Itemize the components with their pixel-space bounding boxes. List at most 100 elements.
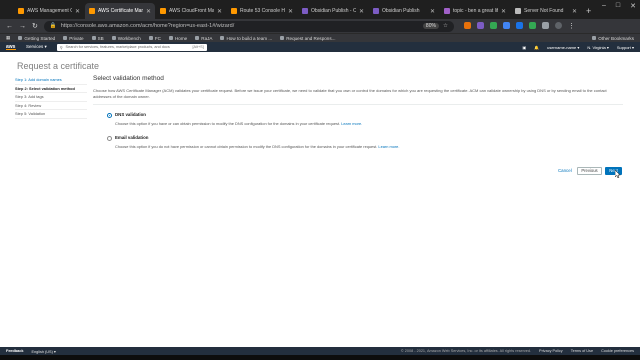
bookmark-item[interactable]: Request and Respons... [280,36,336,41]
close-window-icon[interactable]: ✕ [630,2,636,10]
wizard-step-4: Step 4: Review [15,102,87,110]
services-menu[interactable]: Services ▾ [26,44,47,50]
tab-title: Obsidian Publish [382,8,420,14]
extension-icons: ⋮ [463,22,575,30]
bookmark-favicon-icon [111,36,116,40]
tab-close-icon[interactable]: ✕ [359,8,364,15]
tab-favicon-icon [18,8,24,14]
dns-validation-label: DNS validation [115,112,146,117]
browser-tab[interactable]: Route 53 Console Hoste✕ [227,3,297,19]
url-text[interactable]: https://console.aws.amazon.com/acm/home?… [61,23,419,29]
browser-tab[interactable]: topic - ben a great life ✕ [440,3,510,19]
address-bar[interactable]: 🔒 https://console.aws.amazon.com/acm/hom… [43,20,454,32]
feedback-link[interactable]: Feedback [6,349,24,353]
aws-logo[interactable]: aws [6,44,16,50]
tab-close-icon[interactable]: ✕ [572,8,577,15]
tab-favicon-icon [231,8,237,14]
account-menu[interactable]: username-name ▾ [547,45,579,50]
extension-icon[interactable] [463,22,471,29]
bookmark-list: Getting Started Private SB Workbench FC Home R… [18,35,336,41]
aws-header-right: ▣ 🔔 username-name ▾ N. Virginia ▾ Suppor… [522,45,634,50]
os-taskbar [0,355,640,360]
browser-tab[interactable]: AWS CloudFront Manag✕ [156,3,226,19]
tab-close-icon[interactable]: ✕ [217,8,222,15]
email-validation-radio[interactable] [107,136,112,141]
bookmark-item[interactable]: SB [91,35,104,41]
forward-icon[interactable]: → [19,23,26,30]
browser-tab[interactable]: Obsidian Publish - Obsi✕ [298,3,368,19]
bookmark-item[interactable]: Home [168,36,187,41]
new-tab-button[interactable]: + [586,3,591,19]
extension-icon[interactable] [502,22,510,29]
bookmark-item[interactable]: FC [148,36,161,41]
mouse-cursor-icon [615,170,621,178]
zoom-level[interactable]: 80% [422,23,439,29]
bookmark-item[interactable]: Getting Started [18,36,55,41]
wizard-step-1[interactable]: Step 1: Add domain names [15,76,87,85]
dns-validation-radio[interactable] [107,113,112,118]
bookmark-favicon-icon [168,36,173,40]
bookmark-label: SB [97,35,104,41]
aws-header: aws Services ▾ ⚲ Search for services, fe… [0,42,640,52]
extension-icon[interactable] [515,22,523,29]
cloudshell-icon[interactable]: ▣ [522,45,526,50]
tab-close-icon[interactable]: ✕ [430,8,435,15]
extension-icon[interactable] [476,22,484,29]
learn-more-link[interactable]: Learn more. [341,121,362,126]
previous-button[interactable]: Previous [577,167,602,175]
extension-icon[interactable] [528,22,536,29]
back-icon[interactable]: ← [6,23,13,30]
bookmarks-bar: ▦ Getting Started Private SB Workbench FC Hom… [0,33,640,42]
support-menu[interactable]: Support ▾ [617,45,634,50]
tab-close-icon[interactable]: ✕ [75,8,80,15]
tab-title: AWS Certificate Manage [98,8,143,14]
aws-search-input[interactable]: ⚲ Search for services, features, marketp… [56,43,207,51]
notifications-icon[interactable]: 🔔 [534,45,539,50]
tab-favicon-icon [89,8,95,14]
extension-icon[interactable] [489,22,497,29]
tab-favicon-icon [302,8,308,14]
tab-close-icon[interactable]: ✕ [288,8,293,15]
language-selector[interactable]: English (US) ▾ [32,349,56,354]
privacy-link[interactable]: Privacy Policy [539,349,563,353]
apps-icon[interactable]: ▦ [6,35,10,41]
bookmark-item[interactable]: Private [63,36,84,41]
bookmark-label: How to build a team ... [226,35,273,41]
region-menu[interactable]: N. Virginia ▾ [587,45,609,50]
bookmark-label: Workbench [117,35,141,41]
tab-title: Route 53 Console Hoste [240,8,285,14]
bookmark-item[interactable]: RaJA [195,36,212,41]
bookmark-item[interactable]: Workbench [111,35,141,41]
browser-tab[interactable]: Obsidian Publish ✕ [369,3,439,19]
browser-tab[interactable]: AWS Management Conso✕ [14,3,84,19]
browser-tab[interactable]: Server Not Found ✕ [511,3,581,19]
wizard-step-2: Step 2: Select validation method [15,85,87,93]
tab-close-icon[interactable]: ✕ [146,8,151,15]
tab-close-icon[interactable]: ✕ [501,8,506,15]
reload-icon[interactable]: ↻ [32,22,38,30]
browser-tab[interactable]: AWS Certificate Manage✕ [85,3,155,19]
cookie-preferences-link[interactable]: Cookie preferences [601,349,634,353]
bookmark-star-icon[interactable]: ☆ [443,23,448,29]
minimize-icon[interactable]: – [602,2,606,10]
bookmark-favicon-icon [195,36,200,40]
bookmark-favicon-icon [148,36,153,40]
divider [93,104,623,105]
terms-link[interactable]: Terms of Use [571,349,593,353]
bookmark-favicon-icon [18,36,23,40]
puzzle-icon[interactable] [541,22,549,29]
profile-avatar[interactable] [554,22,562,29]
maximize-icon[interactable]: □ [616,2,620,10]
browser-tab-bar: AWS Management Conso✕AWS Certificate Man… [0,0,640,19]
menu-dots-icon[interactable]: ⋮ [568,22,575,30]
email-validation-desc: Choose this option if you do not have pe… [115,144,400,149]
bookmark-item[interactable]: How to build a team ... [220,36,272,41]
tab-title: Obsidian Publish - Obsi [311,8,356,14]
learn-more-link[interactable]: Learn more. [378,144,399,149]
tab-title: AWS CloudFront Manag [169,8,214,14]
wizard-steps: Step 1: Add domain names Step 2: Select v… [15,76,87,119]
other-bookmarks[interactable]: Other Bookmarks [592,36,634,41]
bookmark-label: Getting Started [24,35,56,41]
window-controls: – □ ✕ [602,2,636,10]
cancel-button[interactable]: Cancel [558,168,572,173]
